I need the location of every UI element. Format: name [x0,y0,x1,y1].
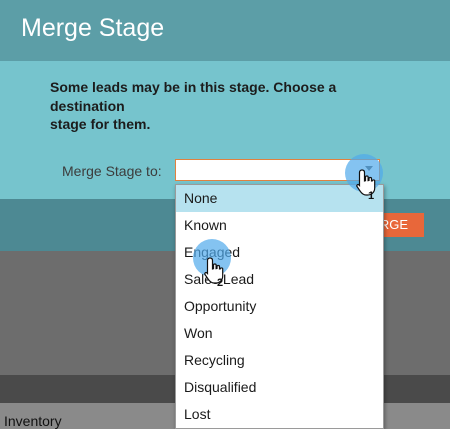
option-won[interactable]: Won [176,320,383,347]
message-line: Some leads may be in this stage. Choose … [50,79,337,95]
option-recycling[interactable]: Recycling [176,347,383,374]
option-known[interactable]: Known [176,212,383,239]
step-number-1: 1 [368,190,375,202]
dialog-message: Some leads may be in this stage. Choose … [50,78,380,134]
message-line: destination [50,97,125,114]
inventory-label: Inventory [4,413,62,429]
option-opportunity[interactable]: Opportunity [176,293,383,320]
option-none[interactable]: None [176,185,383,212]
option-lost[interactable]: Lost [176,401,383,428]
dialog-title: Merge Stage [21,14,165,42]
option-disqualified[interactable]: Disqualified [176,374,383,401]
step-number-2: 2 [217,277,224,289]
hand-cursor-icon [204,257,224,284]
dialog-header: Merge Stage [0,0,450,61]
message-line: stage for them. [50,116,151,132]
merge-stage-label: Merge Stage to: [62,163,162,179]
stage-dropdown[interactable]: None Known Engaged Sales Lead Opportunit… [175,184,384,429]
